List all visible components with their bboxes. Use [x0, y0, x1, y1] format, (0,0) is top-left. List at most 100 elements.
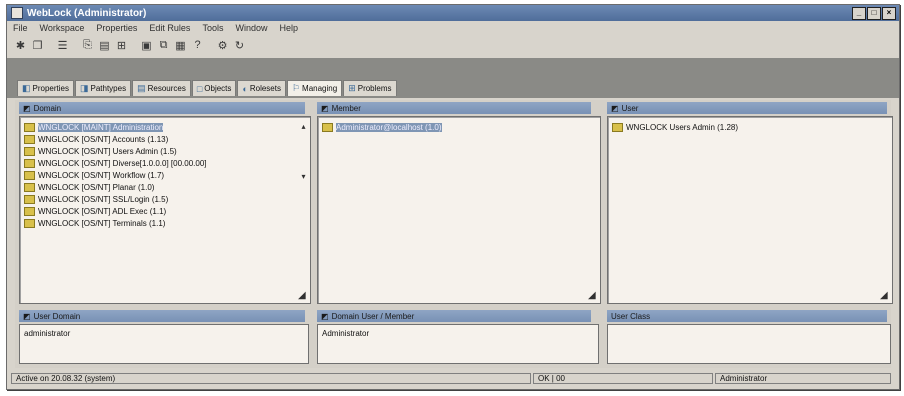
close-button[interactable]: × — [882, 7, 896, 20]
scroll-up-icon[interactable]: ▴ — [299, 122, 308, 131]
list-item[interactable]: WNGLOCK [OS/NT] Accounts (1.13) — [24, 133, 294, 145]
list-item[interactable]: WNGLOCK [OS/NT] Diverse[1.0.0.0] [00.00.… — [24, 157, 294, 169]
list-item[interactable]: WNGLOCK [OS/NT] Workflow (1.7) — [24, 169, 294, 181]
user-domain-header: ◩ User Domain — [19, 310, 305, 322]
tab-label: Pathtypes — [90, 84, 127, 93]
list-item-label: Administrator@localhost (1.0) — [336, 122, 442, 132]
domain-list[interactable]: WNGLOCK [MAINT] Administration WNGLOCK [O… — [19, 116, 311, 304]
domain-scrollbar[interactable]: ▴ ▾ — [298, 120, 308, 300]
menu-tools[interactable]: Tools — [202, 23, 223, 33]
tab-label: Problems — [357, 84, 392, 93]
filter-icon[interactable]: ⊞ — [114, 38, 129, 53]
menu-help[interactable]: Help — [279, 23, 298, 33]
folder-icon — [24, 146, 35, 156]
list-item[interactable]: WNGLOCK [MAINT] Administration — [24, 121, 294, 133]
menu-file[interactable]: File — [13, 23, 28, 33]
paste-icon[interactable]: ▤ — [97, 38, 112, 53]
menu-bar: File Workspace Properties Edit Rules Too… — [7, 21, 899, 35]
copy-icon[interactable]: ⎘ — [80, 38, 95, 53]
folder-icon — [322, 122, 333, 132]
user-list[interactable]: WNGLOCK Users Admin (1.28) ◢ — [607, 116, 893, 304]
tab-label: Objects — [204, 84, 232, 93]
list-item-label: WNGLOCK Users Admin (1.28) — [626, 122, 739, 132]
tab-rolesets[interactable]: ◐ Rolesets — [237, 80, 286, 96]
folder-icon — [612, 122, 623, 132]
user-class-label: User Class — [611, 311, 651, 321]
member-icon: ◩ — [321, 103, 329, 113]
list-item-label: WNGLOCK [OS/NT] SSL/Login (1.5) — [38, 194, 169, 204]
open-icon[interactable]: ❐ — [30, 38, 45, 53]
tab-problems[interactable]: ⊞ Problems — [343, 80, 397, 96]
member-panel-header: ◩ Member — [317, 102, 591, 114]
main-window: WebLock (Administrator) _ □ × File Works… — [6, 4, 900, 390]
menu-workspace[interactable]: Workspace — [40, 23, 85, 33]
list-item[interactable]: WNGLOCK [OS/NT] Terminals (1.1) — [24, 217, 294, 229]
window-controls: _ □ × — [852, 7, 896, 20]
folder-icon — [24, 158, 35, 168]
properties-icon[interactable]: ☰ — [55, 38, 70, 53]
domain-user-value: Administrator — [322, 329, 370, 338]
user-items: WNGLOCK Users Admin (1.28) — [612, 121, 876, 133]
menu-edit-rules[interactable]: Edit Rules — [149, 23, 190, 33]
user-class-header: User Class — [607, 310, 887, 322]
app-icon — [11, 7, 23, 19]
list-item[interactable]: WNGLOCK [OS/NT] Users Admin (1.5) — [24, 145, 294, 157]
tab-icon: ◐ — [242, 83, 248, 94]
list-item[interactable]: Administrator@localhost (1.0) — [322, 121, 584, 133]
title-bar[interactable]: WebLock (Administrator) _ □ × — [7, 5, 899, 21]
status-left-text: Active on 20.08.32 (system) — [16, 373, 116, 383]
tab-icon: ⊞ — [348, 83, 356, 93]
tab-resources[interactable]: ▤ Resources — [132, 80, 191, 96]
view-icon[interactable]: ▣ — [139, 38, 154, 53]
member-items: Administrator@localhost (1.0) — [322, 121, 584, 133]
tab-label: Properties — [32, 84, 69, 93]
tab-icon: ▤ — [137, 83, 146, 93]
tab-label: Managing — [302, 84, 338, 93]
member-panel-title: Member — [331, 103, 361, 113]
domain-user-field[interactable]: Administrator — [317, 324, 599, 364]
domain-items: WNGLOCK [MAINT] Administration WNGLOCK [O… — [24, 121, 294, 229]
user-domain-field[interactable]: administrator — [19, 324, 309, 364]
window-title: WebLock (Administrator) — [27, 7, 147, 19]
tab-managing[interactable]: ⚐ Managing — [286, 80, 343, 96]
grid-icon[interactable]: ▦ — [173, 38, 188, 53]
maximize-button[interactable]: □ — [867, 7, 881, 20]
menu-properties[interactable]: Properties — [96, 23, 137, 33]
list-item[interactable]: WNGLOCK [OS/NT] Planar (1.0) — [24, 181, 294, 193]
tab-properties[interactable]: ◧ Properties — [17, 80, 74, 96]
user-domain-icon: ◩ — [23, 311, 31, 321]
list-item[interactable]: WNGLOCK [OS/NT] ADL Exec (1.1) — [24, 205, 294, 217]
new-icon[interactable]: ✱ — [13, 38, 28, 53]
folder-icon — [24, 194, 35, 204]
resize-grip-icon[interactable]: ◢ — [298, 291, 308, 301]
status-middle-text: OK | 00 — [538, 373, 565, 383]
folder-icon — [24, 206, 35, 216]
folder-icon — [24, 122, 35, 132]
status-right: Administrator — [715, 372, 891, 384]
resize-grip-icon[interactable]: ◢ — [588, 291, 598, 301]
member-list[interactable]: Administrator@localhost (1.0) ◢ — [317, 116, 601, 304]
refresh-icon[interactable]: ↻ — [232, 38, 247, 53]
user-class-field[interactable] — [607, 324, 891, 364]
help-icon[interactable]: ? — [190, 38, 205, 53]
gear-icon[interactable]: ⚙ — [215, 38, 230, 53]
user-panel-header: ◩ User — [607, 102, 887, 114]
resize-grip-icon[interactable]: ◢ — [880, 291, 890, 301]
list-item-label: WNGLOCK [OS/NT] Users Admin (1.5) — [38, 146, 177, 156]
user-panel-title: User — [621, 103, 639, 113]
tab-label: Rolesets — [249, 84, 281, 93]
list-item-label: WNGLOCK [OS/NT] Planar (1.0) — [38, 182, 155, 192]
tab-icon: ⚐ — [291, 83, 301, 93]
tab-label: Resources — [147, 84, 186, 93]
tab-objects[interactable]: □ Objects — [191, 80, 237, 96]
link-icon[interactable]: ⧉ — [156, 38, 171, 53]
minimize-button[interactable]: _ — [852, 7, 866, 20]
status-right-text: Administrator — [720, 373, 768, 383]
list-item[interactable]: WNGLOCK Users Admin (1.28) — [612, 121, 876, 133]
tab-pathtypes[interactable]: ◨ Pathtypes — [74, 80, 132, 96]
menu-window[interactable]: Window — [235, 23, 267, 33]
list-item[interactable]: WNGLOCK [OS/NT] SSL/Login (1.5) — [24, 193, 294, 205]
domain-user-icon: ◩ — [321, 311, 329, 321]
scroll-down-icon[interactable]: ▾ — [299, 172, 308, 181]
user-icon: ◩ — [611, 103, 619, 113]
